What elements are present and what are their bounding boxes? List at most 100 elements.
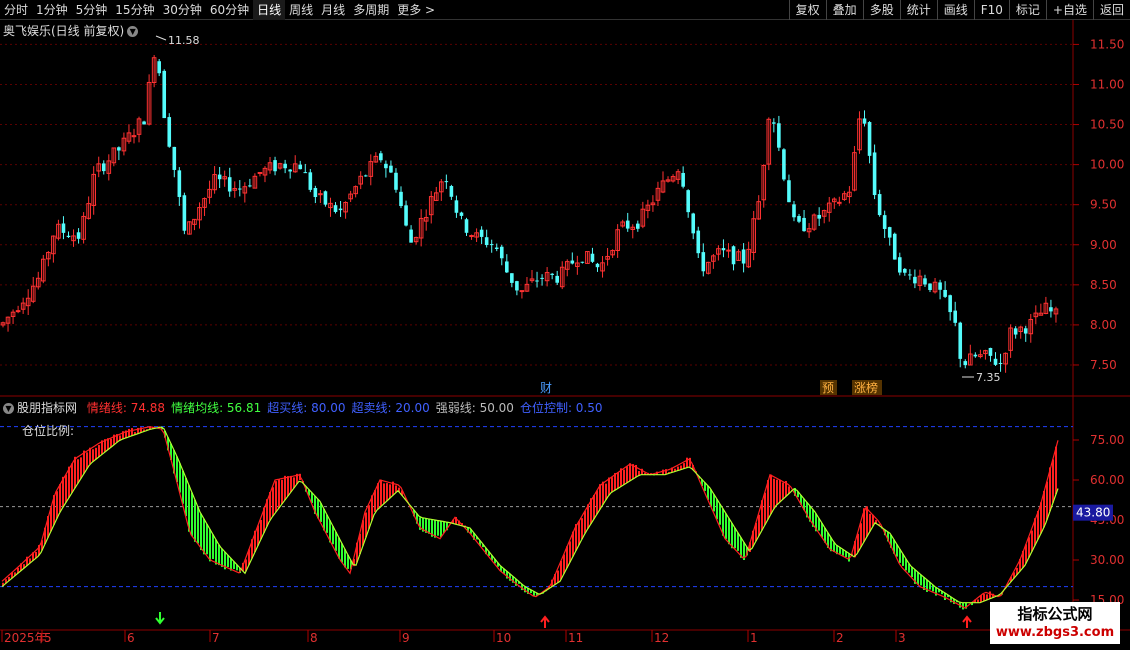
candle-body [379,153,383,161]
candle-body [303,172,308,174]
candle-body [172,146,177,170]
candle-body [404,205,408,226]
candle-body [338,208,343,211]
candle-body [580,261,585,263]
candle-body [897,257,902,273]
candle-body [505,261,509,273]
candle-body [499,246,504,259]
price-tick-label: 11.00 [1090,77,1124,91]
candle-body [691,213,696,234]
event-marker-2: 涨榜 [854,380,878,395]
candle-body [772,122,776,124]
emotion-line [1,426,1059,609]
candle-body [817,214,821,219]
candle-body [998,362,1003,364]
candle-body [903,268,907,273]
watermark-title: 指标公式网 [1017,605,1093,623]
candle-body [555,275,559,283]
candle-body [227,177,232,192]
candle-body [409,229,413,243]
buy-arrow-icon [962,615,972,628]
candle-body [182,195,187,231]
time-label: 5 [44,631,52,645]
candle-body [1013,328,1018,335]
candle-body [872,152,877,196]
candle-body [1023,328,1028,334]
candle-body [993,358,998,365]
chart-canvas[interactable]: 11.50 11.00 10.50 10.00 9.50 9.00 8.50 8.00 7.50… [0,0,1130,650]
time-label: 7 [212,631,220,645]
candle-body [318,193,323,196]
indicator-tick-label: 75.00 [1090,433,1124,447]
candle-body [117,147,121,151]
candle-body [570,260,575,264]
candle-body [288,169,292,172]
candle-body [928,283,932,291]
candle-body [162,70,167,119]
candle-body [363,175,368,177]
candle-body [802,217,806,232]
low-price-label: 7.35 [976,371,1001,384]
candle-body [943,289,947,297]
buy-arrow-icon [540,615,550,628]
time-label: 6 [127,631,135,645]
candle-body [444,181,449,183]
candle-body [782,149,786,180]
candle-body [988,347,993,356]
candle-body [625,220,630,229]
event-marker-0: 财 [540,381,552,395]
candle-body [15,310,21,313]
candle-body [167,117,172,147]
candle-body [237,188,242,190]
candle-body [963,361,968,366]
watermark-logo: 指标公式网 www.zbgs3.com [990,602,1120,644]
candle-body [1049,307,1053,312]
candle-body [248,185,252,187]
candle-body [519,290,525,293]
candle-body [862,118,867,124]
candle-body [394,172,398,190]
indicator-name: 股朋指标网 [17,401,78,415]
candle-body [389,165,393,173]
candle-body [595,263,600,268]
candle-body [867,122,872,156]
price-tick-label: 11.50 [1090,37,1124,51]
price-tick-label: 8.50 [1090,278,1117,292]
chevron-down-icon[interactable]: ▼ [3,403,14,414]
candle-body [777,123,781,148]
candle-body [550,273,554,275]
candle-body [535,280,539,282]
high-price-label: 11.58 [168,34,200,47]
event-marker-1: 预 [822,381,834,395]
candle-body [459,212,464,216]
candle-body [489,244,494,246]
candle-body [323,191,328,205]
chevron-down-icon[interactable]: ▼ [127,26,139,37]
candle-body [731,246,736,265]
time-label: 2025年 [4,631,47,645]
indicator-line-label-3: 超卖线: 20.00 [351,401,430,415]
candle-body [515,281,519,291]
candle-body [797,216,801,222]
candle-body [636,223,640,229]
candle-body [142,121,146,125]
candle-body [333,205,338,212]
time-label: 1 [750,631,758,645]
candle-body [887,227,892,238]
candle-body [792,204,796,218]
candle-body [892,233,897,260]
candle-body [484,237,489,246]
indicator-tick-label: 30.00 [1090,553,1124,567]
candle-body [217,174,222,180]
candle-body [973,354,978,357]
candle-body [399,191,403,207]
candle-body [66,235,71,238]
price-tick-label: 10.50 [1090,118,1124,132]
current-value-text: 43.80 [1076,506,1110,520]
candle-body [283,163,287,169]
candle-body [726,249,731,252]
candle-body [908,274,912,276]
price-tick-label: 7.50 [1090,358,1117,372]
indicator-header: ▼ 股朋指标网 情绪线: 74.88 情绪均线: 56.81 超买线: 80.00 超卖… [3,399,609,416]
candle-body [948,295,952,313]
